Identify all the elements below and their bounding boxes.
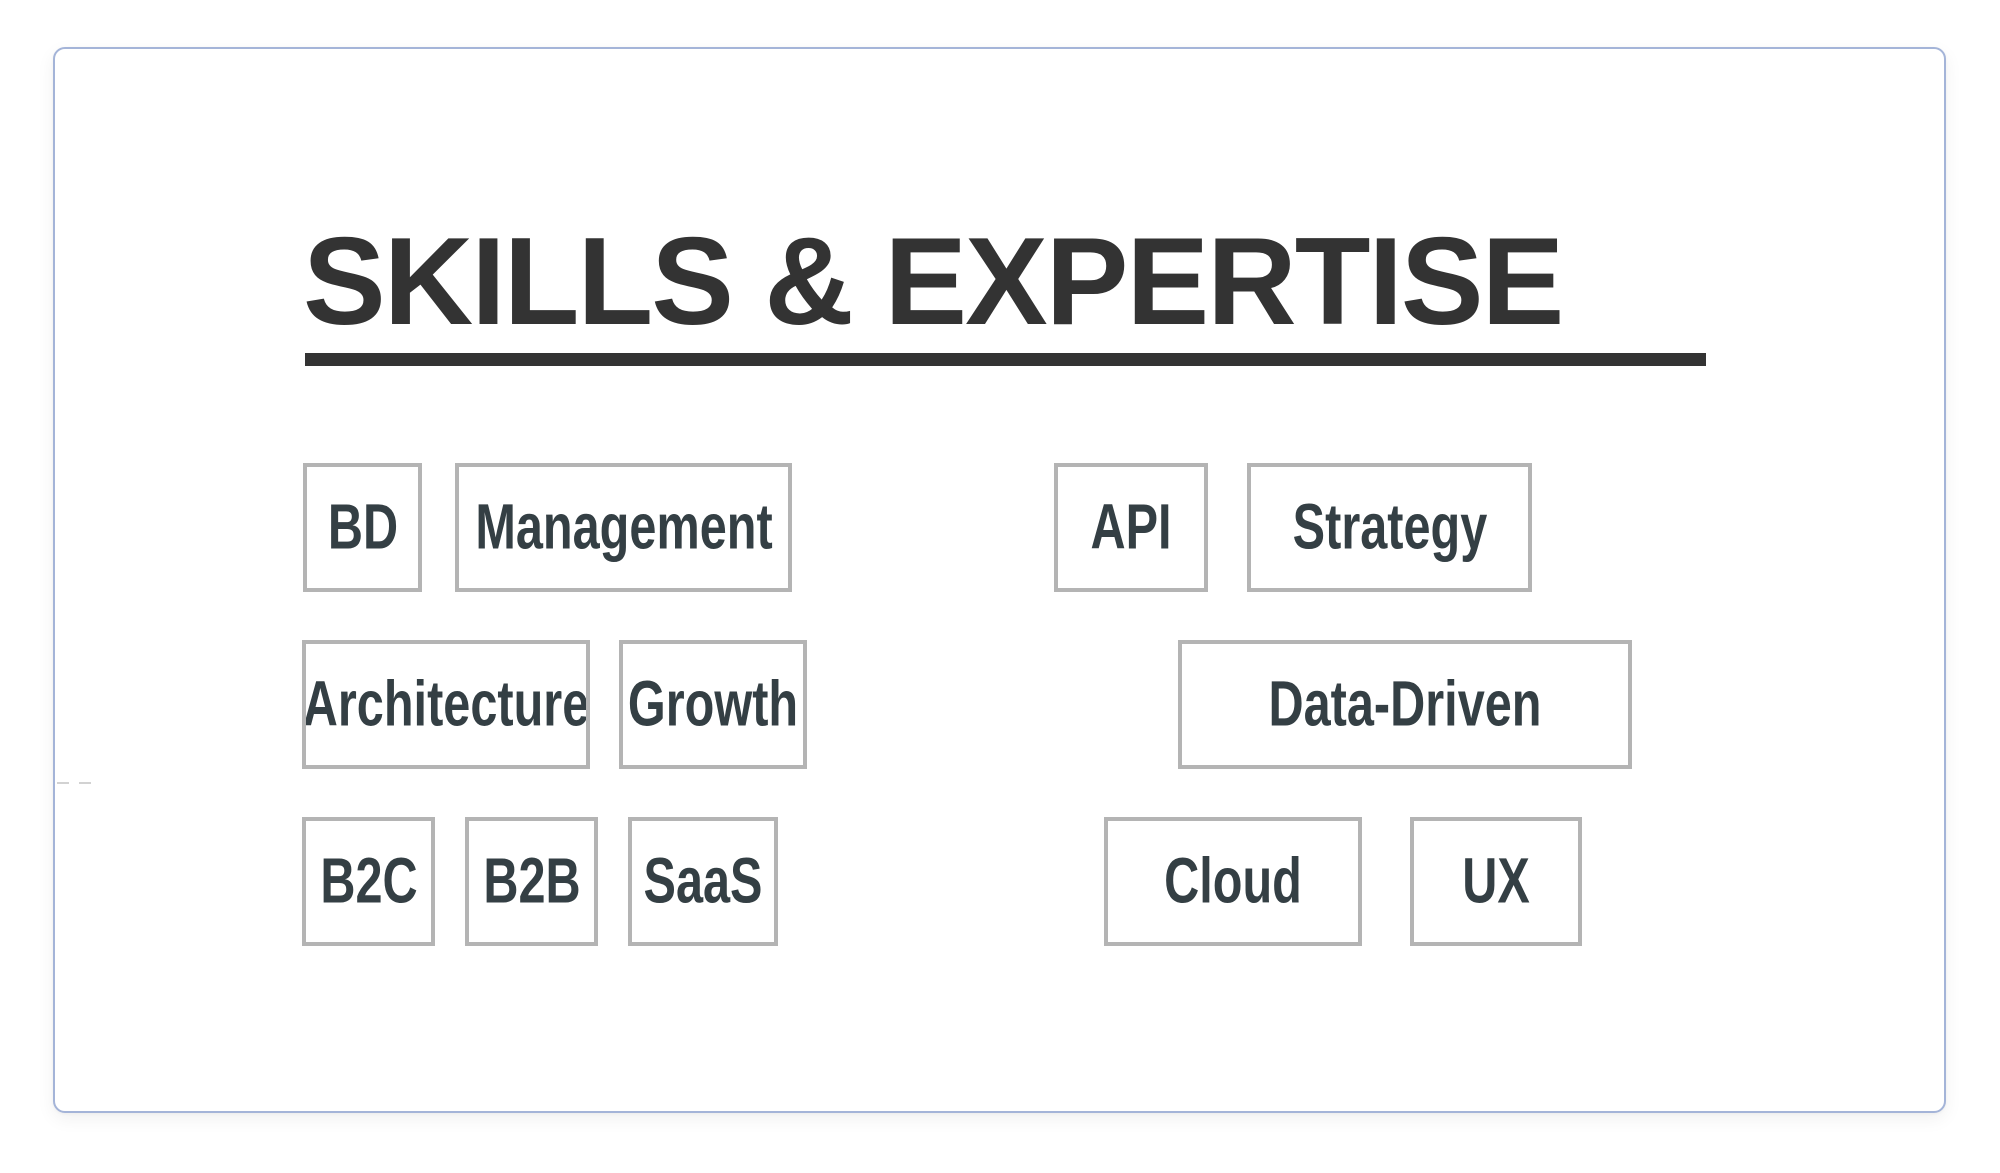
skill-tag-label: Strategy bbox=[1292, 490, 1487, 563]
skill-tag-label: UX bbox=[1462, 844, 1530, 917]
skill-tag-strategy[interactable]: Strategy bbox=[1247, 463, 1532, 592]
skill-tag-label: API bbox=[1090, 490, 1172, 563]
skill-tag-label: B2B bbox=[482, 844, 581, 917]
skill-tag-label: B2C bbox=[319, 844, 418, 917]
skill-tag-growth[interactable]: Growth bbox=[619, 640, 807, 769]
skill-tag-label: BD bbox=[327, 490, 398, 563]
skill-tag-b2c[interactable]: B2C bbox=[302, 817, 435, 946]
skills-card: SKILLS & EXPERTISE BD Management API Str… bbox=[53, 47, 1946, 1113]
title-underline bbox=[305, 353, 1706, 366]
skill-tag-management[interactable]: Management bbox=[455, 463, 792, 592]
skill-tag-api[interactable]: API bbox=[1054, 463, 1208, 592]
skill-tag-cloud[interactable]: Cloud bbox=[1104, 817, 1362, 946]
skill-tag-data-driven[interactable]: Data-Driven bbox=[1178, 640, 1632, 769]
skill-tag-label: Data-Driven bbox=[1268, 667, 1542, 740]
skill-tag-architecture[interactable]: Architecture bbox=[302, 640, 590, 769]
dashed-edge-marker bbox=[57, 782, 95, 784]
skill-tag-saas[interactable]: SaaS bbox=[628, 817, 778, 946]
skill-tag-label: Cloud bbox=[1164, 844, 1302, 917]
skill-tag-label: Architecture bbox=[302, 667, 590, 740]
skill-tag-label: SaaS bbox=[643, 844, 763, 917]
skill-tag-b2b[interactable]: B2B bbox=[465, 817, 598, 946]
skill-tag-bd[interactable]: BD bbox=[303, 463, 422, 592]
section-title: SKILLS & EXPERTISE bbox=[303, 213, 1564, 351]
skill-tag-label: Growth bbox=[627, 667, 799, 740]
skill-tag-label: Management bbox=[474, 490, 773, 563]
skill-tag-ux[interactable]: UX bbox=[1410, 817, 1582, 946]
